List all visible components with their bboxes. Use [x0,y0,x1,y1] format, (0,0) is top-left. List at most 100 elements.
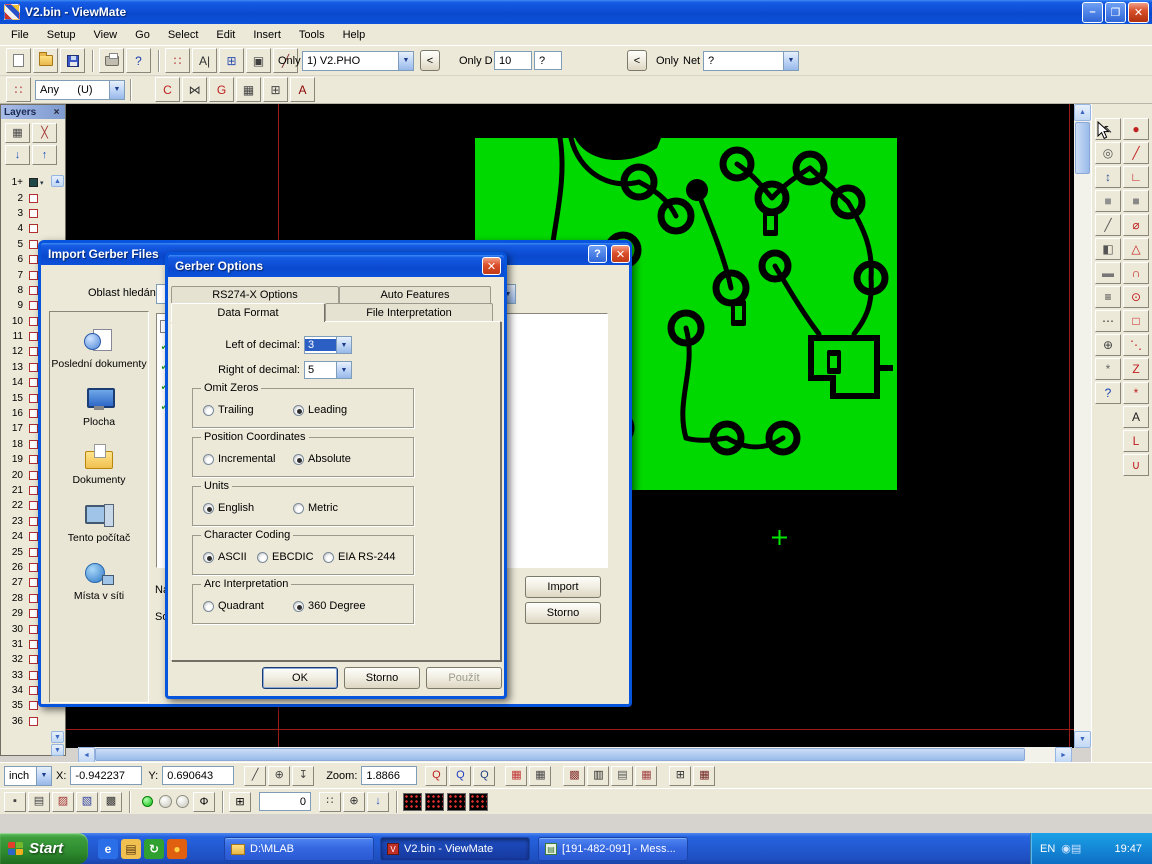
dcode-input[interactable]: 10 [494,51,532,70]
layer-row[interactable]: 4 [3,221,49,236]
zoom-input[interactable]: 1.8866 [361,766,417,785]
layer-color-swatch[interactable] [29,532,38,541]
stitch-icon[interactable]: ⋱ [1123,334,1149,356]
firefox-icon[interactable]: ● [167,839,187,859]
vertical-scroll-thumb[interactable] [1075,122,1090,174]
radio-option[interactable]: Incremental [203,453,275,465]
radio-option[interactable]: Absolute [293,453,351,465]
zoom-out-icon[interactable]: Q [473,766,495,786]
scroll-up-icon[interactable]: ▲ [51,175,64,187]
dcode-ring-icon[interactable]: ◎ [1095,142,1121,164]
layers-list-icon[interactable]: ≡ [1095,286,1121,308]
layer-color-swatch[interactable] [29,594,38,603]
layer-color-swatch[interactable] [29,455,38,464]
scroll-down-icon[interactable]: ▼ [51,731,64,743]
film-dark-icon[interactable]: ▩ [100,792,122,812]
origin-target-icon[interactable]: ⊕ [268,766,290,786]
cancel-button[interactable]: Storno [525,602,601,624]
new-document-icon[interactable] [6,48,31,73]
chevron-down-icon[interactable]: ▼ [398,52,413,70]
layer-color-swatch[interactable] [29,686,38,695]
target-icon[interactable]: ⊕ [1095,334,1121,356]
save-icon[interactable] [60,48,85,73]
measure-diagonal-icon[interactable]: ╱ [244,766,266,786]
gerber-dialog-titlebar[interactable]: Gerber Options [168,255,504,277]
radio-leading[interactable] [293,405,304,416]
layer-down-icon[interactable]: ↓ [5,145,30,165]
menu-item-setup[interactable]: Setup [38,26,85,44]
menu-item-file[interactable]: File [2,26,38,44]
ie-icon[interactable]: e [98,839,118,859]
ruler-icon[interactable]: ▬ [1095,262,1121,284]
help-icon[interactable]: ? [588,245,607,263]
down-arrow-icon[interactable]: ↓ [367,792,389,812]
layer-color-swatch[interactable] [29,301,38,310]
restore-icon[interactable]: ❐ [1105,2,1126,23]
menu-item-edit[interactable]: Edit [207,26,244,44]
radio-360-degree[interactable] [293,601,304,612]
print-icon[interactable] [99,48,124,73]
scroll-down2-icon[interactable]: ▼ [51,744,64,756]
squares-icon[interactable]: ▦ [236,77,261,102]
unit-combo[interactable]: inch ▼ [4,766,52,786]
pattern-red-dots4-icon[interactable] [469,793,488,811]
layer-color-swatch[interactable] [29,701,38,710]
layer-color-swatch[interactable] [29,717,38,726]
layer-color-swatch[interactable] [29,224,38,233]
cancel-button[interactable]: Storno [344,667,420,689]
radio-english[interactable] [203,503,214,514]
pan-tool-icon[interactable]: ↕ [1095,166,1121,188]
chevron-down-icon[interactable]: ▼ [36,767,51,785]
scroll-down-icon[interactable]: ▼ [1074,731,1091,748]
chevron-down-icon[interactable]: ▼ [783,52,798,70]
layer-row[interactable]: 3 [3,206,49,221]
grid-dots-icon[interactable]: ▦ [635,766,657,786]
layer-select-combo[interactable]: 1) V2.PHO ▼ [302,51,414,71]
radio-option[interactable]: Metric [293,502,338,514]
grid-red-icon[interactable]: ▦ [505,766,527,786]
layer-color-swatch[interactable] [29,378,38,387]
layer-color-swatch[interactable] [29,347,38,356]
layer-color-swatch[interactable] [29,640,38,649]
menu-item-tools[interactable]: Tools [290,26,334,44]
dcode-phi-icon[interactable]: Φ [193,792,215,812]
draw-triangle-icon[interactable]: △ [1123,238,1149,260]
layer-color-swatch[interactable] [29,394,38,403]
clock[interactable]: 19:47 [1114,843,1142,855]
radio-option[interactable]: Leading [293,404,347,416]
close-icon[interactable]: ✕ [1128,2,1149,23]
open-file-icon[interactable] [33,48,58,73]
zoom-window-icon[interactable]: Q [449,766,471,786]
keyboard-icon[interactable]: ▤ [1071,842,1081,855]
draw-plane-icon[interactable]: ■ [1123,190,1149,212]
layer-stack-icon[interactable]: ▤ [28,792,50,812]
lamp1-icon[interactable] [159,795,172,808]
zigzag-icon[interactable]: Z [1123,358,1149,380]
layer-color-swatch[interactable] [29,363,38,372]
radio-option[interactable]: 360 Degree [293,600,366,612]
place-documents[interactable]: Dokumenty [51,436,147,494]
chevron-down-icon[interactable]: ▼ [109,81,124,99]
layer-color-swatch[interactable] [29,609,38,618]
radio-option[interactable]: English [203,502,254,514]
close-icon[interactable]: × [51,107,62,118]
gerber-tool-icon[interactable]: G [209,77,234,102]
star-icon[interactable]: * [1123,382,1149,404]
context-help-icon[interactable]: ? [126,48,151,73]
net-select-combo[interactable]: ? ▼ [703,51,799,71]
place-recent-documents[interactable]: Poslední dokumenty [51,320,147,378]
layer-color-swatch[interactable] [29,240,38,249]
scroll-left-icon[interactable]: ◄ [78,747,95,763]
grid-display-icon[interactable]: ▦ [5,123,30,143]
pattern-red-dots3-icon[interactable] [447,793,466,811]
dcode-query-input[interactable]: ? [534,51,562,70]
prev-net-button[interactable]: < [627,50,647,71]
layer-color-swatch[interactable] [29,194,38,203]
layer-color-swatch[interactable] [29,517,38,526]
layers-panel-header[interactable]: Layers × [1,105,65,119]
place-network-places[interactable]: Místa v síti [51,552,147,610]
pad-flash-icon[interactable]: ● [1123,118,1149,140]
layer-row[interactable]: 2 [3,190,49,205]
layer-up-icon[interactable]: ↑ [32,145,57,165]
layer-color-swatch[interactable] [29,563,38,572]
